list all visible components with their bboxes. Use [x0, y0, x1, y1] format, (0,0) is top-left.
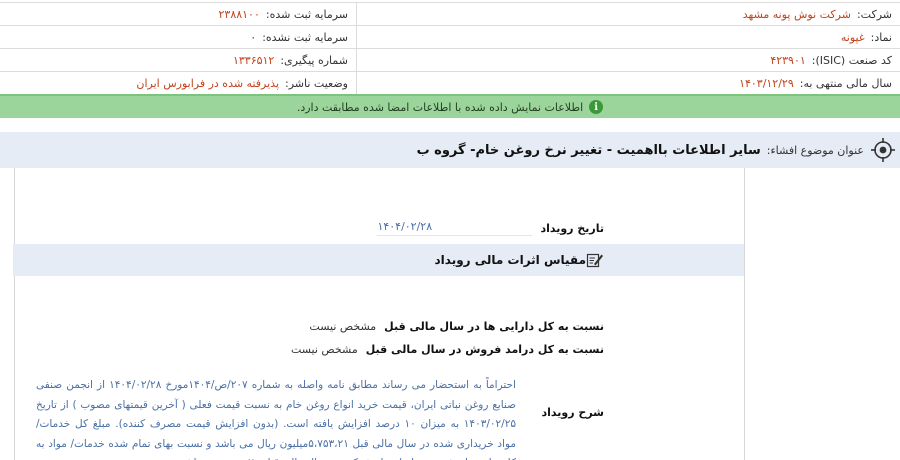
- disclosure-subject-bar: عنوان موضوع افشاء: سایر اطلاعات بااهمیت …: [0, 132, 900, 168]
- info-row-isic: کد صنعت (ISIC): ۴۲۳۹۰۱ شماره پیگیری: ۱۳۳…: [0, 49, 900, 72]
- fiscal-year-value: ۱۴۰۳/۱۲/۲۹: [739, 76, 794, 90]
- assets-ratio-label: نسبت به کل دارایی ها در سال مالی قبل: [384, 320, 604, 333]
- event-description-row: شرح رویداد احتراماً به استحضار می رساند …: [36, 376, 604, 460]
- fiscal-year-label: سال مالی منتهی به:: [799, 76, 892, 90]
- company-info-table: شرکت: شرکت نوش پونه مشهد سرمایه ثبت شده:…: [0, 2, 900, 95]
- publisher-status-cell: وضعیت ناشر: پذیرفته شده در فرابورس ایران: [0, 72, 356, 94]
- event-content-panel: تاریخ رویداد ۱۴۰۴/۰۲/۲۸ مقیاس اثرات مالی…: [13, 168, 745, 460]
- revenue-ratio-label: نسبت به کل درامد فروش در سال مالی قبل: [365, 343, 604, 356]
- subject-title: سایر اطلاعات بااهمیت - تغییر نرخ روغن خا…: [416, 142, 761, 158]
- isic-value: ۴۲۳۹۰۱: [770, 53, 806, 67]
- company-cell: شرکت: شرکت نوش پونه مشهد: [356, 3, 900, 25]
- tracking-cell: شماره پیگیری: ۱۳۳۶۵۱۲: [0, 49, 356, 71]
- symbol-cell: نماد: غپونه: [356, 26, 900, 48]
- unregistered-capital-value: ۰: [250, 30, 257, 44]
- info-icon: i: [589, 100, 604, 114]
- unregistered-capital-label: سرمایه ثبت نشده:: [262, 30, 348, 44]
- registered-capital-cell: سرمایه ثبت شده: ۲۳۸۸۱۰۰: [0, 3, 356, 25]
- event-date-value: ۱۴۰۴/۰۲/۲۸: [377, 220, 533, 236]
- tracking-value: ۱۳۳۶۵۱۲: [232, 53, 275, 67]
- event-date-label: تاریخ رویداد: [540, 221, 604, 235]
- verification-notice: i اطلاعات نمایش داده شده با اطلاعات امضا…: [0, 94, 900, 118]
- revenue-ratio-value: مشخص نیست: [290, 343, 358, 356]
- event-description-label: شرح رویداد: [541, 406, 605, 419]
- financial-impact-title: مقیاس اثرات مالی رویداد: [434, 253, 586, 267]
- registered-capital-label: سرمایه ثبت شده:: [265, 7, 348, 21]
- financial-impact-header: مقیاس اثرات مالی رویداد: [13, 244, 744, 276]
- notice-text: اطلاعات نمایش داده شده با اطلاعات امضا ش…: [296, 100, 584, 114]
- company-value[interactable]: شرکت نوش پونه مشهد: [743, 8, 851, 21]
- notice-content: i اطلاعات نمایش داده شده با اطلاعات امضا…: [296, 100, 604, 114]
- event-description-text: احتراماً به استحضار می رساند مطابق نامه …: [36, 379, 516, 460]
- subject-label: عنوان موضوع افشاء:: [766, 143, 864, 157]
- edit-icon: [586, 253, 603, 268]
- info-row-company: شرکت: شرکت نوش پونه مشهد سرمایه ثبت شده:…: [0, 3, 900, 26]
- target-icon: [870, 137, 896, 163]
- fiscal-year-cell: سال مالی منتهی به: ۱۴۰۳/۱۲/۲۹: [356, 72, 900, 94]
- isic-cell: کد صنعت (ISIC): ۴۲۳۹۰۱: [356, 49, 900, 71]
- event-date-row: تاریخ رویداد ۱۴۰۴/۰۲/۲۸: [377, 220, 604, 236]
- revenue-ratio-row: نسبت به کل درامد فروش در سال مالی قبل مش…: [291, 343, 604, 356]
- publisher-status-label: وضعیت ناشر:: [285, 76, 348, 90]
- unregistered-capital-cell: سرمایه ثبت نشده: ۰: [0, 26, 356, 48]
- info-row-fiscal-year: سال مالی منتهی به: ۱۴۰۳/۱۲/۲۹ وضعیت ناشر…: [0, 72, 900, 95]
- assets-ratio-value: مشخص نیست: [309, 320, 377, 333]
- info-row-symbol: نماد: غپونه سرمایه ثبت نشده: ۰: [0, 26, 900, 49]
- tracking-label: شماره پیگیری:: [280, 53, 348, 67]
- assets-ratio-row: نسبت به کل دارایی ها در سال مالی قبل مشخ…: [309, 320, 604, 333]
- symbol-label: نماد:: [870, 30, 892, 44]
- registered-capital-value: ۲۳۸۸۱۰۰: [218, 7, 260, 21]
- company-label: شرکت:: [856, 7, 892, 21]
- publisher-status-value: پذیرفته شده در فرابورس ایران: [136, 76, 280, 90]
- symbol-value[interactable]: غپونه: [841, 31, 865, 44]
- isic-label: کد صنعت (ISIC):: [811, 53, 892, 67]
